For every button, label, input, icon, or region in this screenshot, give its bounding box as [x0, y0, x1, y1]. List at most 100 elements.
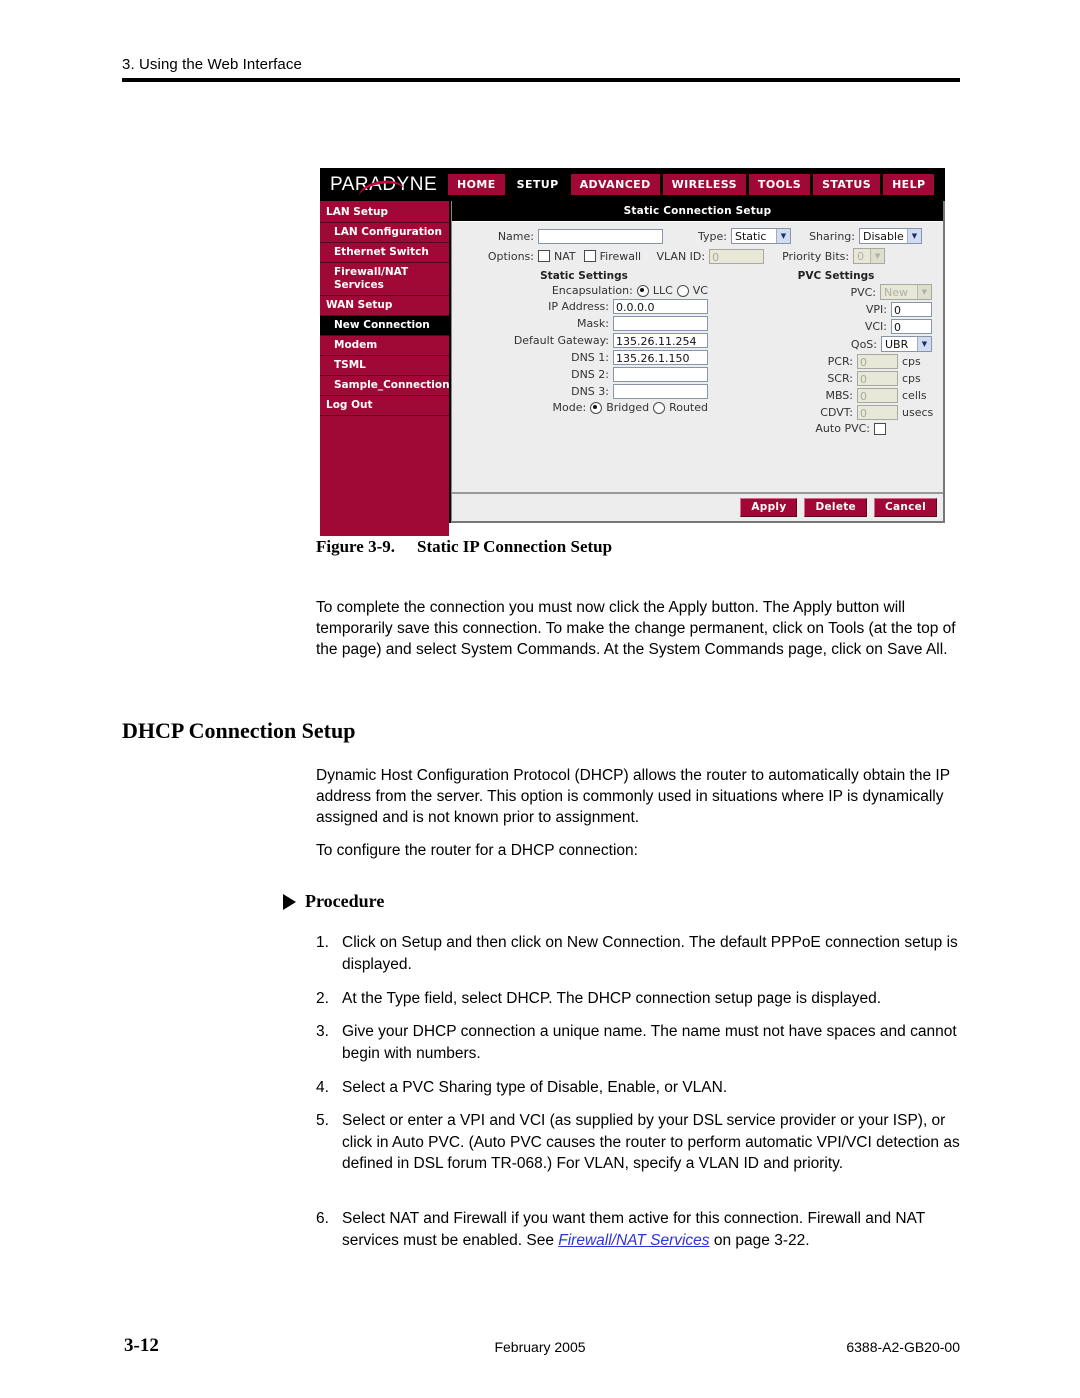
- dns1-row: DNS 1: 135.26.1.150: [460, 350, 708, 365]
- pcr-input[interactable]: 0: [857, 354, 898, 369]
- sidebar-item-sample-connection[interactable]: Sample_Connection: [320, 376, 450, 396]
- list-item: 3. Give your DHCP connection a unique na…: [316, 1021, 968, 1064]
- list-item-number: 3.: [316, 1023, 329, 1040]
- type-select[interactable]: Static ▼: [731, 228, 791, 244]
- mbs-row: MBS: 0 cells: [740, 388, 932, 403]
- auto-pvc-label: Auto PVC:: [815, 422, 870, 435]
- dns3-input[interactable]: [613, 384, 708, 399]
- pvc-label: PVC:: [850, 285, 876, 299]
- dns1-input[interactable]: 135.26.1.150: [613, 350, 708, 365]
- scr-label: SCR:: [827, 372, 853, 385]
- settings-columns: Static Settings Encapsulation: LLC VC IP…: [460, 270, 935, 437]
- ip-address-label: IP Address:: [548, 300, 609, 313]
- panel-button-bar: Apply Delete Cancel: [452, 492, 943, 521]
- connection-setup-panel: Static Connection Setup Name: Type: Stat…: [451, 201, 945, 523]
- dns1-label: DNS 1:: [571, 351, 609, 364]
- sharing-select-value: Disable: [863, 229, 904, 243]
- sidebar-item-lan-setup[interactable]: LAN Setup: [320, 203, 449, 223]
- default-gateway-input[interactable]: 135.26.11.254: [613, 333, 708, 348]
- sidebar-item-ethernet-switch[interactable]: Ethernet Switch: [320, 243, 449, 263]
- mode-routed-radio[interactable]: [653, 401, 666, 414]
- sharing-label: Sharing:: [809, 229, 855, 243]
- sidebar-filler: [320, 416, 449, 536]
- qos-row: QoS: UBR ▼: [740, 336, 932, 352]
- cdvt-input[interactable]: 0: [857, 405, 898, 420]
- auto-pvc-checkbox[interactable]: [874, 422, 886, 435]
- figure-number: Figure 3-9.: [316, 537, 396, 556]
- list-item-text: Click on Setup and then click on New Con…: [342, 934, 958, 973]
- default-gateway-row: Default Gateway: 135.26.11.254: [460, 333, 708, 348]
- sidebar-item-wan-setup[interactable]: WAN Setup: [320, 296, 449, 316]
- firewall-checkbox[interactable]: [583, 250, 596, 262]
- nav-tab-advanced[interactable]: ADVANCED: [570, 174, 660, 195]
- sidebar-item-log-out[interactable]: Log Out: [320, 396, 449, 416]
- nav-tab-tools[interactable]: TOOLS: [748, 174, 811, 195]
- dns3-label: DNS 3:: [571, 385, 609, 398]
- nat-checkbox[interactable]: [538, 250, 550, 262]
- pvc-select[interactable]: New ▼: [880, 284, 932, 300]
- sidebar-item-firewall-nat-services[interactable]: Firewall/NAT Services: [320, 263, 449, 296]
- nav-tab-status[interactable]: STATUS: [813, 174, 881, 195]
- dns2-label: DNS 2:: [571, 368, 609, 381]
- vpi-row: VPI: 0: [740, 302, 932, 317]
- mask-input[interactable]: [613, 316, 708, 331]
- list-item: 1. Click on Setup and then click on New …: [316, 932, 968, 975]
- scr-input[interactable]: 0: [857, 371, 898, 386]
- priority-bits-select[interactable]: 0 ▼: [853, 248, 886, 264]
- vci-input[interactable]: 0: [891, 319, 932, 334]
- paradyne-logo: PARADYNE: [320, 168, 448, 201]
- options-label: Options:: [487, 249, 534, 263]
- dns3-row: DNS 3:: [460, 384, 708, 399]
- panel-content: Name: Type: Static ▼ Sharing: Disable ▼: [452, 221, 943, 492]
- apply-button[interactable]: Apply: [740, 498, 798, 517]
- paradyne-logo-text: PARADYNE: [330, 174, 438, 195]
- name-label: Name:: [497, 229, 534, 243]
- qos-select[interactable]: UBR ▼: [881, 336, 932, 352]
- sidebar-item-modem[interactable]: Modem: [320, 336, 449, 356]
- pvc-row: PVC: New ▼: [740, 284, 932, 300]
- sidebar-item-tsml[interactable]: TSML: [320, 356, 449, 376]
- nav-tab-help[interactable]: HELP: [883, 174, 935, 195]
- encapsulation-vc-radio[interactable]: [676, 284, 689, 297]
- name-input[interactable]: [538, 228, 663, 244]
- encapsulation-llc-radio[interactable]: [636, 284, 649, 297]
- vlan-id-input[interactable]: 0: [709, 248, 765, 264]
- cancel-button[interactable]: Cancel: [873, 498, 937, 517]
- delete-button[interactable]: Delete: [804, 498, 867, 517]
- router-web-ui-screenshot: PARADYNE HOME SETUP ADVANCED WIRELESS TO…: [320, 168, 945, 536]
- mode-routed-label: Routed: [669, 401, 708, 414]
- list-item-text: Give your DHCP connection a unique name.…: [342, 1023, 957, 1062]
- mode-bridged-radio[interactable]: [590, 401, 603, 414]
- list-item: 2. At the Type field, select DHCP. The D…: [316, 988, 968, 1010]
- list-item: 4. Select a PVC Sharing type of Disable,…: [316, 1077, 968, 1099]
- mode-label: Mode:: [552, 401, 587, 414]
- ip-address-input[interactable]: 0.0.0.0: [613, 299, 708, 314]
- dns2-input[interactable]: [613, 367, 708, 382]
- priority-bits-value: 0: [857, 249, 865, 263]
- router-sidebar: LAN Setup LAN Configuration Ethernet Swi…: [320, 201, 451, 536]
- procedure-heading-label: Procedure: [305, 891, 385, 911]
- mbs-input[interactable]: 0: [857, 388, 898, 403]
- chevron-down-icon: ▼: [917, 337, 931, 351]
- qos-label: QoS:: [850, 337, 877, 351]
- nav-tab-home[interactable]: HOME: [448, 174, 505, 195]
- pvc-settings-section: PVC Settings PVC: New ▼ VPI: 0 VCI: 0 Qo…: [718, 270, 934, 437]
- header-rule: [122, 78, 960, 82]
- vci-row: VCI: 0: [740, 319, 932, 334]
- auto-pvc-row: Auto PVC:: [740, 422, 932, 435]
- nav-tab-setup[interactable]: SETUP: [507, 174, 568, 195]
- priority-bits-label: Priority Bits:: [782, 249, 850, 263]
- paragraph-dhcp-lead-in: To configure the router for a DHCP conne…: [316, 842, 638, 859]
- list-item-text: At the Type field, select DHCP. The DHCP…: [342, 990, 882, 1007]
- triangle-bullet-icon: [283, 893, 296, 910]
- firewall-nat-services-link[interactable]: Firewall/NAT Services: [558, 1232, 709, 1249]
- list-item: 5. Select or enter a VPI and VCI (as sup…: [316, 1110, 968, 1175]
- pcr-unit: cps: [902, 355, 921, 368]
- nav-tab-wireless[interactable]: WIRELESS: [662, 174, 746, 195]
- mode-row: Mode: Bridged Routed: [460, 401, 708, 414]
- vpi-input[interactable]: 0: [891, 302, 932, 317]
- sidebar-item-new-connection[interactable]: New Connection: [320, 316, 449, 336]
- sidebar-item-lan-configuration[interactable]: LAN Configuration: [320, 223, 449, 243]
- dns2-row: DNS 2:: [460, 367, 708, 382]
- sharing-select[interactable]: Disable ▼: [859, 228, 922, 244]
